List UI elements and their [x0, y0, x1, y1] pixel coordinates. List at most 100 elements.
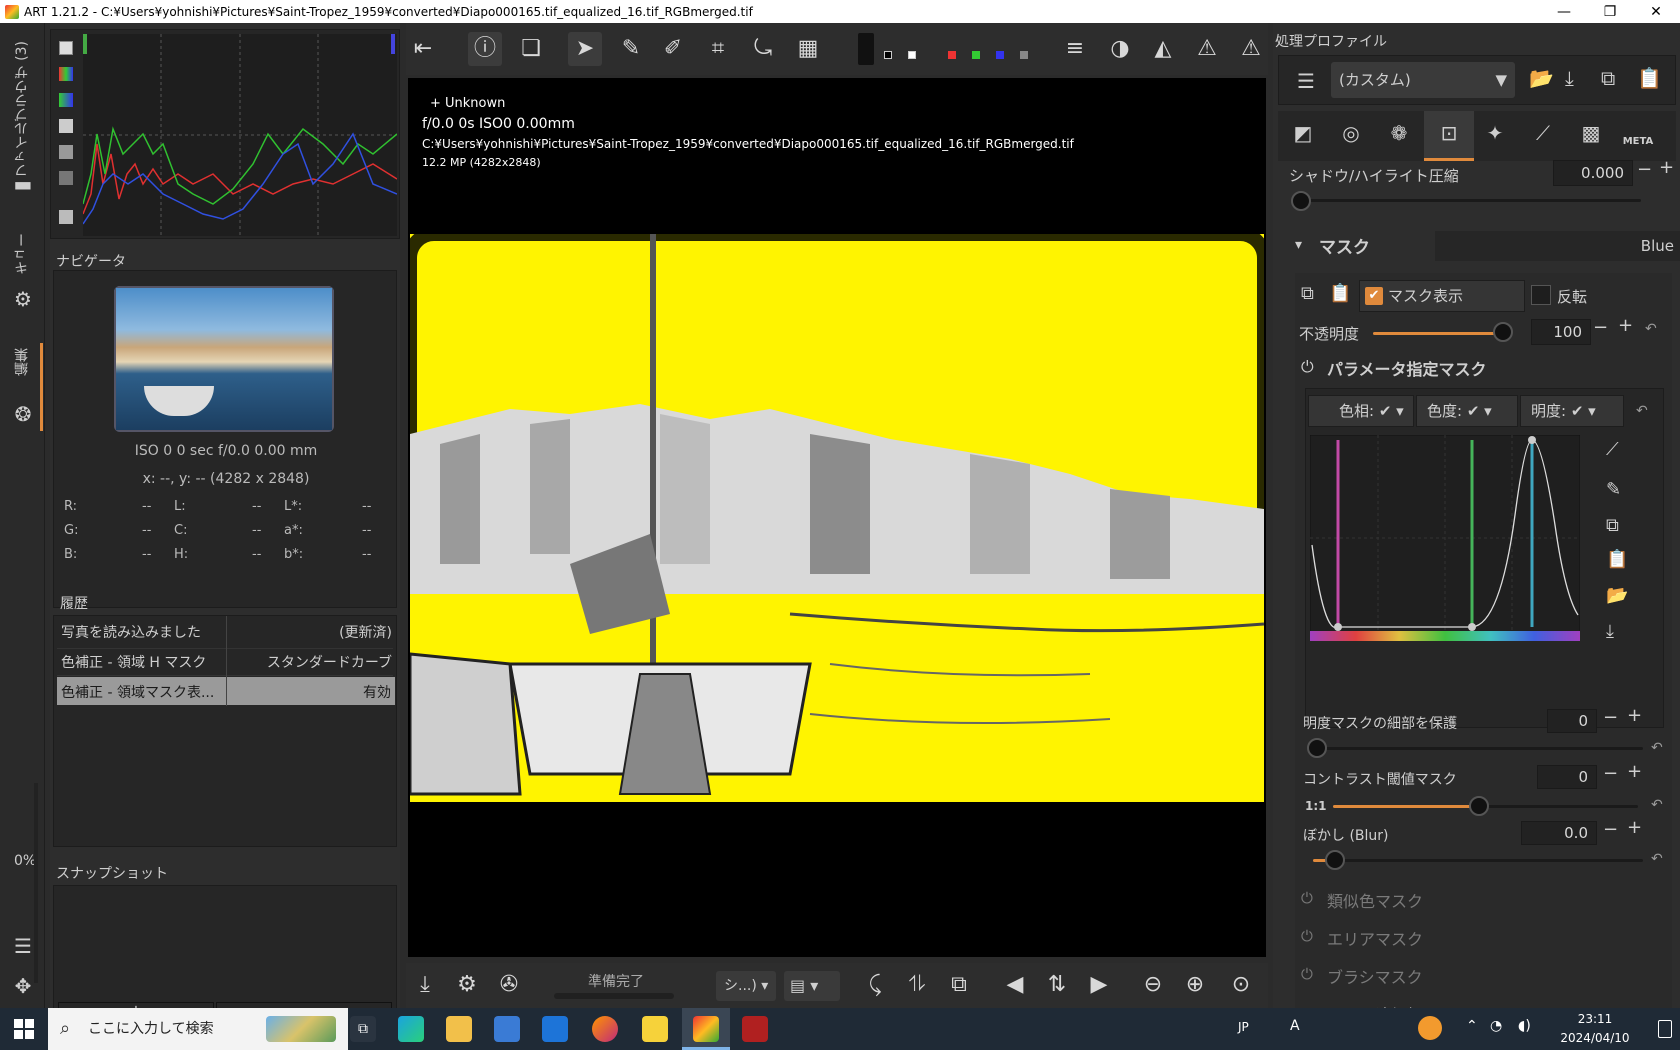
zoom-fit-icon[interactable]: ⊙ [1224, 968, 1258, 1002]
mail-icon[interactable] [542, 1016, 568, 1042]
histogram-bar-icon[interactable] [59, 210, 73, 224]
save-curve-icon[interactable]: ⤓ [1606, 621, 1614, 642]
store-icon[interactable] [494, 1016, 520, 1042]
profile-combo[interactable]: シ...) ▾ [716, 971, 776, 1001]
shadow-slider-thumb[interactable] [1291, 191, 1311, 211]
invert-checkbox[interactable] [1531, 285, 1551, 305]
copy-curve-icon[interactable]: ⧉ [1606, 515, 1619, 536]
curve-reset-icon[interactable]: ↶ [1636, 403, 1648, 419]
power-icon[interactable]: ⏻ [1301, 927, 1313, 945]
pencil-icon[interactable]: ✎ [1606, 479, 1621, 500]
histogram-green-icon[interactable] [59, 93, 73, 107]
contrast-value[interactable]: 0 [1537, 765, 1597, 789]
contrast-minus-button[interactable]: − [1603, 763, 1618, 784]
histogram-rgb-icon[interactable] [59, 67, 73, 81]
tab-queue[interactable]: キュー [12, 233, 32, 275]
straighten-icon[interactable]: ⤿ [746, 32, 780, 66]
histogram-raw-icon[interactable] [59, 171, 73, 185]
display-mode-combo[interactable]: ▤ ▾ [784, 971, 840, 1001]
zoom-out-icon[interactable]: ⊖ [1136, 968, 1170, 1002]
histogram-luma-icon[interactable] [59, 119, 73, 133]
power-icon[interactable]: ⏻ [1301, 357, 1314, 377]
preview-blue-icon[interactable] [996, 51, 1004, 59]
detail-slider-track[interactable] [1317, 747, 1643, 750]
opacity-value[interactable]: 100 [1531, 319, 1591, 345]
tab-effects-icon[interactable]: ✦ [1480, 121, 1510, 151]
app-taskbar-icon[interactable] [742, 1016, 768, 1042]
blur-slider-thumb[interactable] [1325, 850, 1345, 870]
blur-plus-button[interactable]: + [1627, 817, 1642, 838]
rotate-left-icon[interactable]: ⤹ [858, 968, 892, 1002]
curve-edit-icon[interactable]: ⟋ [1606, 439, 1619, 460]
aperture-icon[interactable]: ❂ [12, 403, 34, 425]
info-icon[interactable]: ⓘ [468, 32, 502, 66]
blur-reset-icon[interactable]: ↶ [1651, 851, 1663, 867]
tray-chevron-icon[interactable]: ⌃ [1466, 1018, 1478, 1034]
detail-minus-button[interactable]: − [1603, 707, 1618, 728]
ime-indicator[interactable]: A [1290, 1018, 1300, 1034]
preview-channel-black[interactable] [858, 33, 874, 65]
preview-red-icon[interactable] [948, 51, 956, 59]
clock-time[interactable]: 23:11 [1540, 1012, 1650, 1026]
preview-mode-icon[interactable] [908, 51, 916, 59]
paste-curve-icon[interactable]: 📋 [1606, 549, 1628, 570]
opacity-minus-button[interactable]: − [1593, 317, 1608, 338]
before-after-icon[interactable]: ❏ [514, 32, 548, 66]
fit-icon[interactable]: ⧉ [942, 968, 976, 1002]
warning-shadow-icon[interactable]: ⚠ [1190, 32, 1224, 66]
copy-profile-icon[interactable]: ⧉ [1601, 66, 1615, 90]
opacity-reset-icon[interactable]: ↶ [1645, 321, 1657, 337]
clock-date[interactable]: 2024/04/10 [1540, 1031, 1650, 1045]
white-balance-picker-icon[interactable]: ✎ [614, 32, 648, 66]
profile-list-icon[interactable]: ☰ [1291, 66, 1321, 96]
paste-mask-icon[interactable]: 📋 [1329, 283, 1351, 304]
clip-shadow-icon[interactable]: ◭ [1146, 32, 1180, 66]
detail-reset-icon[interactable]: ↶ [1651, 740, 1663, 756]
contrast-plus-button[interactable]: + [1627, 761, 1642, 782]
tab-raw-icon[interactable]: ▩ [1576, 121, 1606, 151]
close-button[interactable]: ✕ [1633, 0, 1679, 23]
mask-show-toggle[interactable]: ✔ マスク表示 [1359, 280, 1525, 312]
opacity-slider-track[interactable] [1373, 332, 1503, 335]
opacity-plus-button[interactable]: + [1618, 315, 1633, 336]
next-image-icon[interactable]: ▶ [1082, 968, 1116, 1002]
mask-expander-icon[interactable]: ▾ [1295, 237, 1302, 253]
windows-start-icon[interactable] [14, 1019, 34, 1039]
shadow-slider-track[interactable] [1301, 199, 1641, 202]
hide-panel-icon[interactable]: ⇤ [406, 32, 440, 66]
histogram-chroma-icon[interactable] [59, 145, 73, 159]
tab-local-active[interactable]: ⊡ [1424, 111, 1474, 161]
save-icon[interactable]: ⤓ [408, 968, 442, 1002]
tab-edit[interactable]: 編集 [12, 348, 32, 376]
zoom-in-icon[interactable]: ⊕ [1178, 968, 1212, 1002]
shadow-minus-button[interactable]: − [1637, 159, 1652, 180]
power-icon[interactable]: ⏻ [1301, 965, 1313, 983]
power-icon[interactable]: ⏻ [1301, 889, 1313, 907]
contrast-slider-thumb[interactable] [1469, 796, 1489, 816]
image-viewer[interactable]: + Unknown f/0.0 0s ISO0 0.00mm C:¥Users¥… [408, 78, 1266, 957]
open-profile-icon[interactable]: 📂 [1529, 66, 1554, 90]
tab-hue[interactable]: 色相: ✔ ▾ [1308, 395, 1414, 427]
tab-detail-icon[interactable]: ◎ [1336, 121, 1366, 151]
taskbar-search-box[interactable]: ⌕ ここに入力して検索 [48, 1008, 348, 1050]
tab-chroma[interactable]: 色度: ✔ ▾ [1416, 395, 1518, 427]
tab-transform-icon[interactable]: ⟋ [1528, 121, 1558, 151]
move-icon[interactable]: ✥ [12, 975, 34, 997]
hue-curve-editor[interactable] [1310, 435, 1580, 641]
paste-profile-icon[interactable]: 📋 [1637, 66, 1662, 90]
tab-meta[interactable]: META [1618, 123, 1658, 153]
save-profile-icon[interactable]: ⤓ [1565, 66, 1574, 90]
histogram-list-icon[interactable]: ≡ [1058, 32, 1092, 66]
preview-luma-icon[interactable] [1020, 51, 1028, 59]
sliders-icon[interactable]: ☰ [12, 935, 34, 957]
explorer-icon[interactable] [446, 1016, 472, 1042]
histogram-toggle-icon[interactable] [59, 41, 73, 55]
flip-icon[interactable]: ⥮ [900, 968, 934, 1002]
sync-icon[interactable]: ⇅ [1040, 968, 1074, 1002]
preview-mode-icon[interactable] [884, 51, 892, 59]
tab-exposure-icon[interactable]: ◩ [1288, 121, 1318, 151]
zoom-slider[interactable] [34, 783, 38, 983]
open-curve-icon[interactable]: 📂 [1606, 585, 1628, 606]
notification-icon[interactable] [1658, 1020, 1672, 1038]
firefox-icon[interactable] [592, 1016, 618, 1042]
